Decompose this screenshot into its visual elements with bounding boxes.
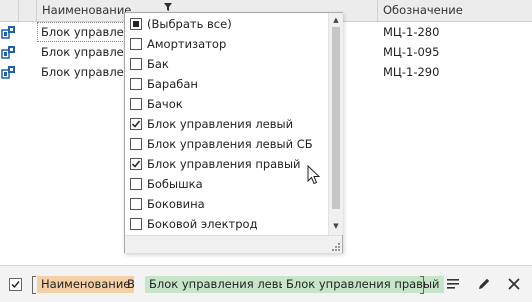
filter-item-select-all[interactable]: (Выбрать все) [125,14,328,34]
checkbox-checked[interactable] [130,118,142,130]
filter-item[interactable]: Бачок [125,94,328,114]
edit-filter-pencil-icon[interactable] [476,276,492,292]
header-code-label: Обозначение [383,3,463,17]
checkmark-icon [131,120,141,128]
filter-value-list: (Выбрать все) Амортизатор Бак Барабан Ба… [125,13,328,235]
header-icon-cell [19,0,37,21]
header-code-column[interactable]: Обозначение [378,0,532,21]
checkbox[interactable] [130,178,142,190]
filter-item-label: (Выбрать все) [147,17,232,31]
filter-item-label: Блок управления правый [147,157,301,171]
column-filter-popup: (Выбрать все) Амортизатор Бак Барабан Ба… [124,12,343,253]
assembly-icon [1,46,15,59]
resize-grip-icon[interactable] [332,243,340,251]
filter-field-tag[interactable]: Наименование [37,276,135,293]
filter-item-label: Блок управления левый [147,117,294,131]
checkmark-icon [11,281,20,289]
checkbox[interactable] [130,58,142,70]
popup-footer [125,235,342,253]
filter-item[interactable]: Блок управления левый [125,114,328,134]
filter-item-label: Бачок [147,97,183,111]
checkbox[interactable] [130,218,142,230]
filter-item-label: Бобышка [147,177,203,191]
filter-enable-checkbox[interactable] [9,278,22,291]
row-code: МЦ-1-095 [383,45,440,59]
filter-item[interactable]: Барабан [125,74,328,94]
filter-item[interactable]: Блок управления левый СБ [125,134,328,154]
filter-value-tag[interactable]: Блок управления левый [145,276,300,293]
filter-item-label: Блок управления левый СБ [147,137,313,151]
filter-item-label: Барабан [147,77,198,91]
bracket-close [420,276,424,294]
checkbox[interactable] [130,38,142,50]
filter-item-label: Боковой электрод [147,217,258,231]
scroll-up-arrow-icon[interactable]: ▲ [331,15,341,25]
filter-panel: Наименование В Блок управления левый Бло… [0,265,532,302]
checkbox[interactable] [130,198,142,210]
scrollbar-thumb[interactable] [332,27,340,209]
checkmark-icon [131,160,141,168]
header-indicator-cell [0,0,19,21]
checkbox[interactable] [130,138,142,150]
vertical-scrollbar[interactable]: ▲ ▼ [328,13,343,235]
row-code: МЦ-1-280 [383,25,440,39]
assembly-icon [1,66,15,79]
filter-item[interactable]: Боковой электрод [125,214,328,234]
checkbox-checked[interactable] [130,158,142,170]
clear-filter-close-icon[interactable] [506,276,522,292]
filter-item-label: Бак [147,57,169,71]
header-name-label: Наименование [42,3,132,17]
row-code: МЦ-1-290 [383,65,440,79]
filter-operator[interactable]: В [127,276,135,293]
filter-item[interactable]: Амортизатор [125,34,328,54]
filter-item[interactable]: Боковина [125,194,328,214]
filter-funnel-icon[interactable] [164,3,172,11]
mouse-cursor-icon [307,165,321,185]
filter-menu-icon[interactable] [445,276,461,292]
checkbox[interactable] [130,78,142,90]
scroll-down-arrow-icon[interactable]: ▼ [331,221,341,231]
filter-item[interactable]: Бак [125,54,328,74]
filter-item-label: Боковина [147,197,205,211]
filter-item[interactable]: Бобышка [125,174,328,194]
row-name: Блок управления левый [37,22,131,42]
checkbox-indeterminate[interactable] [130,18,142,30]
filter-item[interactable]: Блок управления правый [125,154,328,174]
checkbox[interactable] [130,98,142,110]
bracket-open [32,276,36,294]
filter-item-label: Амортизатор [147,37,227,51]
assembly-icon [1,26,15,39]
